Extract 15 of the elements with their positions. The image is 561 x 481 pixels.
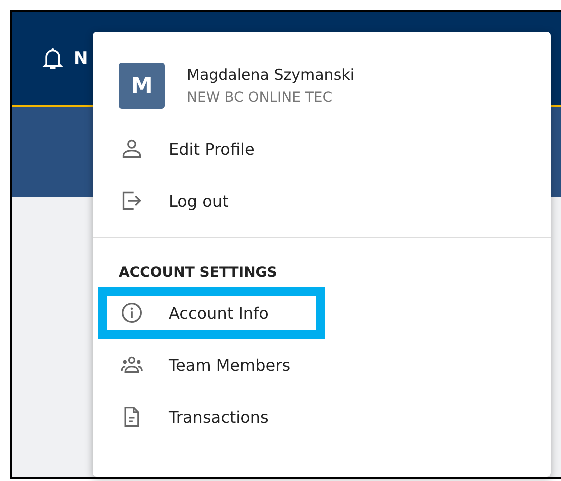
- notifications-label[interactable]: N: [74, 48, 88, 68]
- menu-item[interactable]: Transactions: [93, 391, 325, 443]
- menu-item[interactable]: Edit Profile: [93, 123, 325, 175]
- menu-item[interactable]: Account Info: [98, 287, 325, 339]
- people-icon: [121, 354, 143, 376]
- user-name: Magdalena Szymanski: [187, 66, 354, 84]
- info-icon: [121, 302, 143, 324]
- section-heading: ACCOUNT SETTINGS: [118, 264, 278, 283]
- bell-icon[interactable]: [42, 46, 64, 70]
- avatar: M: [119, 63, 165, 109]
- exit-icon: [121, 190, 143, 212]
- person-icon: [121, 138, 143, 160]
- menu-item[interactable]: Log out: [93, 175, 325, 227]
- menu-item[interactable]: Team Members: [93, 339, 325, 391]
- company-name: NEW BC ONLINE TEC: [187, 90, 334, 106]
